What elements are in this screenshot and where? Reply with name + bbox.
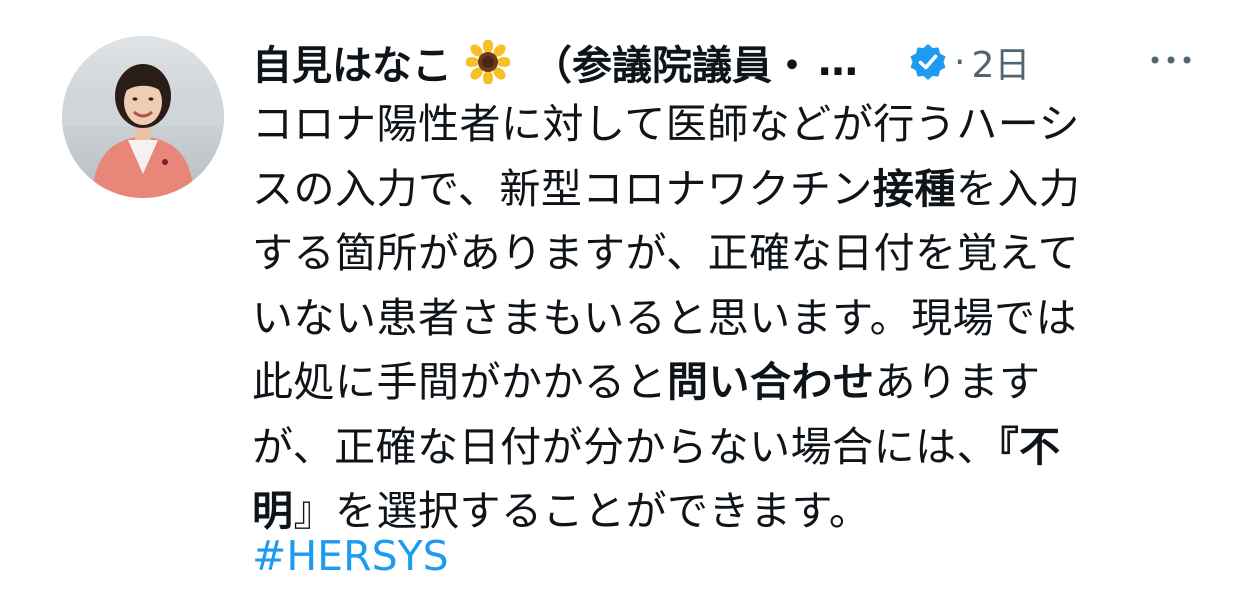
text-segment: あります (874, 358, 1041, 406)
tweet-text-line: スの入力で、新型コロナワクチン接種を入力 (252, 157, 1172, 222)
tweet-text-line: が、正確な日付が分からない場合には、『不 (252, 415, 1172, 480)
tweet-text-line: する箇所がありますが、正確な日付を覚えて (252, 221, 1172, 286)
bold-keyword: 問い合わせ (667, 358, 875, 406)
meta-separator: · (954, 41, 966, 83)
avatar-photo (62, 36, 224, 198)
author-display-name[interactable]: 自見はなこ (252, 33, 452, 91)
tweet-timestamp[interactable]: 2日 (971, 36, 1030, 88)
author-name-suffix[interactable]: （参議院議員・ (532, 33, 812, 91)
text-segment: を入力 (955, 164, 1081, 213)
tweet-text: コロナ陽性者に対して医師などが行うハーシ スの入力で、新型コロナワクチン接種を入力… (252, 92, 1172, 544)
tweet-text-line: いない患者さまもいると思います。現場では (252, 286, 1172, 351)
hashtag-link[interactable]: #HERSYS (252, 528, 449, 584)
tweet-header: 自見はなこ （参議院議員・ … · 2日 (252, 30, 1202, 94)
bold-keyword: 『不 (998, 422, 1061, 471)
more-horizontal-icon[interactable] (1146, 48, 1196, 72)
verified-badge-icon[interactable] (908, 42, 948, 82)
tweet-text-line: コロナ陽性者に対して医師などが行うハーシ (252, 92, 1172, 157)
text-segment: 此処に手間がかかると (252, 358, 667, 406)
author-avatar[interactable] (62, 36, 224, 198)
text-segment: が、正確な日付が分からない場合には、 (252, 422, 999, 471)
tweet-card[interactable]: 自見はなこ （参議院議員・ … · 2日 コロナ陽性者に対して医師などが行うハー… (0, 0, 1242, 598)
text-segment: コロナ陽性者に対して医師などが行うハーシ (252, 100, 1080, 148)
name-ellipsis: … (818, 39, 858, 85)
sunflower-icon (466, 40, 510, 84)
tweet-text-line: 此処に手間がかかると問い合わせあります (252, 350, 1172, 415)
text-segment: する箇所がありますが、正確な日付を覚えて (252, 229, 1080, 277)
bold-keyword: 接種 (872, 164, 956, 213)
text-segment: いない患者さまもいると思います。現場では (252, 293, 1078, 342)
text-segment: スの入力で、新型コロナワクチン (252, 164, 873, 213)
